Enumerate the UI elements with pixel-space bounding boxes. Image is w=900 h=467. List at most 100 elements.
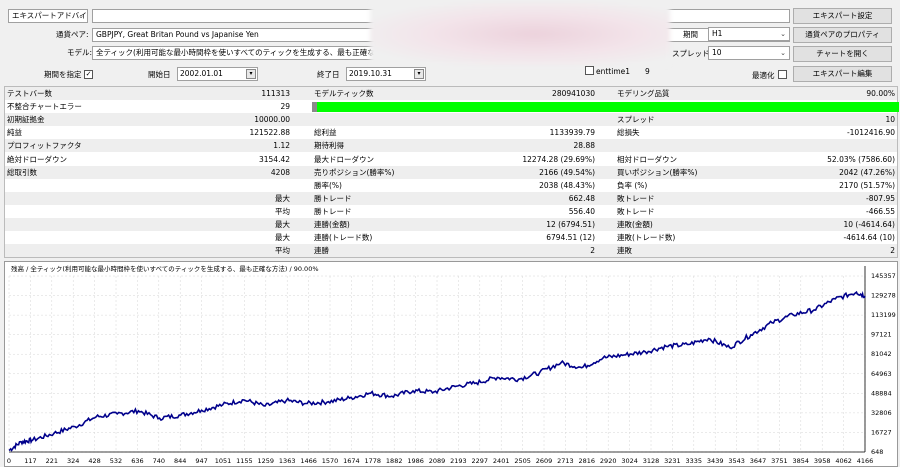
calendar-icon[interactable]: ▾ — [414, 69, 424, 79]
spread-select[interactable]: 10 ⌄ — [708, 46, 790, 60]
stats-cell: 平均 — [275, 246, 290, 256]
balance-chart: 0 117 221 324 428 532 636 740 844 947 1051 1155 1259… — [4, 261, 898, 467]
stats-cell: 売りポジション(勝率%) — [314, 167, 395, 177]
balance-chart-svg: 0 117 221 324 428 532 636 740 844 947 1051 1155 1259… — [7, 264, 896, 465]
expert-settings-button[interactable]: エキスパート設定 — [793, 8, 892, 24]
y-tick-label: 648 — [871, 448, 883, 456]
x-tick-label: 2401 — [493, 457, 510, 465]
param-label: enttime1 — [596, 67, 631, 76]
open-chart-button[interactable]: チャートを開く — [793, 46, 892, 62]
stats-cell: 3154.42 — [258, 154, 290, 164]
stats-cell: テストバー数 — [7, 89, 52, 98]
edit-expert-button[interactable]: エキスパート編集 — [793, 66, 892, 82]
stats-row: 勝率(%) 2038 (48.43%) 負率 (%) 2170 (51.57%) — [5, 178, 897, 192]
x-tick-label: 1570 — [322, 457, 339, 465]
x-tick-label: 2609 — [536, 457, 553, 465]
stats-row: 最大 連勝(トレード数) 6794.51 (12) 連敗(トレード数) -4614.64… — [5, 231, 897, 245]
chevron-down-icon: ⌄ — [780, 30, 786, 38]
stats-cell: 勝率(%) — [314, 180, 342, 190]
symbol-properties-button[interactable]: 通貨ペアのプロパティ — [793, 27, 892, 43]
x-tick-label: 3128 — [643, 457, 660, 465]
stats-cell: 最大ドローダウン — [314, 154, 374, 164]
redacted-area — [370, 2, 670, 66]
stats-cell: 純益 — [7, 128, 22, 138]
stats-cell: -807.95 — [866, 193, 895, 203]
stats-cell: 662.48 — [568, 193, 595, 203]
stats-cell: 2 — [890, 246, 895, 256]
from-date-picker[interactable]: 2002.01.01 ▾ — [177, 67, 258, 81]
stats-cell: 28.88 — [573, 141, 595, 151]
y-tick-label: 129278 — [871, 292, 896, 300]
expert-select[interactable]: エキスパートアドバイザ ⌄ — [8, 9, 88, 23]
stats-cell: -466.55 — [866, 206, 895, 216]
x-tick-label: 324 — [67, 457, 79, 465]
stats-cell: -4614.64 (10) — [843, 233, 895, 243]
x-tick-label: 3439 — [707, 457, 724, 465]
x-tick-label: 2713 — [557, 457, 574, 465]
expert-select-value: エキスパートアドバイザ — [12, 11, 88, 20]
y-tick-label: 64963 — [871, 370, 892, 378]
calendar-icon[interactable]: ▾ — [246, 69, 256, 79]
use-date-checkbox[interactable]: ✓ — [84, 70, 93, 79]
x-tick-label: 3335 — [686, 457, 703, 465]
stats-cell: 111313 — [261, 89, 290, 98]
stats-row: プロフィットファクタ 1.12 期待利得 28.88 — [5, 139, 897, 153]
period-select[interactable]: H1 ⌄ — [708, 27, 790, 41]
param-checkbox[interactable] — [585, 66, 594, 75]
stats-cell: 勝トレード — [314, 206, 352, 216]
pair-select-value: GBPJPY, Great Britan Pound vs Japanise Y… — [96, 30, 259, 39]
stats-cell: 不整合チャートエラー — [7, 102, 82, 112]
stats-cell: 10000.00 — [254, 115, 290, 125]
stats-cell: 2170 (51.57%) — [839, 180, 895, 190]
stats-cell: 4208 — [270, 167, 290, 177]
y-tick-label: 16727 — [871, 428, 892, 436]
stats-cell: 121522.88 — [249, 128, 290, 138]
stats-cell: 90.00% — [866, 89, 895, 98]
x-tick-label: 1778 — [365, 457, 382, 465]
stats-cell: 2042 (47.26%) — [839, 167, 895, 177]
stats-row: 純益 121522.88 総利益 1133939.79 総損失 -1012416.90 — [5, 126, 897, 140]
x-tick-label: 3231 — [664, 457, 681, 465]
pair-label: 通貨ペア: — [56, 30, 89, 39]
stats-cell: 連勝(金額) — [314, 220, 350, 229]
x-tick-label: 4166 — [857, 457, 874, 465]
stats-cell: 12274.28 (29.69%) — [522, 154, 595, 164]
x-tick-label: 0 — [7, 457, 11, 465]
from-date-value: 2002.01.01 — [180, 69, 223, 78]
from-date-label: 開始日 — [148, 70, 171, 79]
x-tick-label: 1051 — [215, 457, 232, 465]
stats-cell: 2 — [590, 246, 595, 256]
x-tick-label: 1882 — [386, 457, 403, 465]
x-tick-label: 221 — [46, 457, 58, 465]
chevron-down-icon: ⌄ — [78, 12, 84, 20]
stats-cell: 29 — [280, 102, 290, 112]
stats-cell: プロフィットファクタ — [7, 141, 82, 151]
x-tick-label: 3024 — [621, 457, 638, 465]
x-tick-label: 740 — [153, 457, 165, 465]
stats-cell: 勝トレード — [314, 193, 352, 203]
x-tick-label: 2193 — [450, 457, 467, 465]
stats-cell: 2166 (49.54%) — [539, 167, 595, 177]
stats-cell: 280941030 — [552, 89, 595, 98]
x-tick-label: 844 — [174, 457, 186, 465]
x-tick-label: 3647 — [750, 457, 767, 465]
model-select[interactable]: 全ティック(利用可能な最小時間枠を使いすべてのティックを生成する、最も正確な方法… — [92, 46, 394, 60]
x-tick-label: 2920 — [600, 457, 617, 465]
y-tick-label: 97121 — [871, 331, 892, 339]
stats-cell: 2038 (48.43%) — [539, 180, 595, 190]
x-tick-label: 3543 — [728, 457, 745, 465]
stats-cell: 初期証拠金 — [7, 115, 45, 125]
stats-cell: 最大 — [275, 233, 290, 243]
x-tick-label: 3854 — [793, 457, 810, 465]
x-tick-label: 4062 — [835, 457, 852, 465]
model-label: モデル: — [67, 48, 93, 57]
period-select-value: H1 — [712, 29, 723, 38]
stats-row: 平均 勝トレード 556.40 敗トレード -466.55 — [5, 204, 897, 218]
chart-title: 残高 / 全ティック(利用可能な最小時間枠を使いすべてのティックを生成する、最も… — [11, 264, 319, 273]
stats-row: 絶対ドローダウン 3154.42 最大ドローダウン 12274.28 (29.69%)… — [5, 152, 897, 166]
to-date-picker[interactable]: 2019.10.31 ▾ — [346, 67, 426, 81]
stats-cell: 12 (6794.51) — [546, 220, 595, 229]
chevron-down-icon: ⌄ — [780, 49, 786, 57]
x-tick-label: 1466 — [300, 457, 317, 465]
optimize-checkbox[interactable] — [778, 70, 787, 79]
